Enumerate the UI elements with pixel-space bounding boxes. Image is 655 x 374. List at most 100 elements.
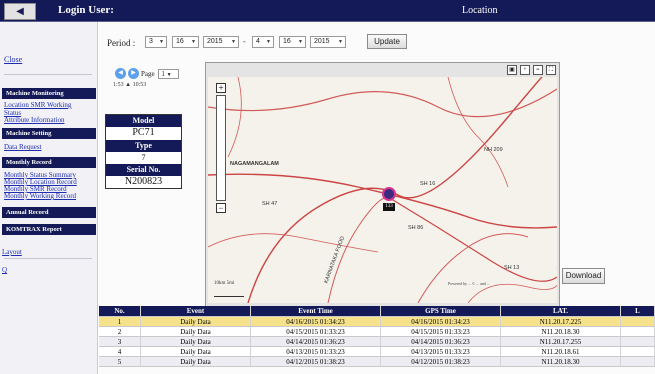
end-year-value: 2015	[314, 38, 330, 45]
row-event: Daily Data	[141, 317, 251, 326]
zoom-out-button[interactable]: −	[216, 203, 226, 213]
sidebar-item-data-request[interactable]: Data Request	[4, 144, 42, 151]
update-button[interactable]: Update	[367, 34, 407, 49]
column-header[interactable]: LAT.	[501, 306, 621, 316]
period-label: Period :	[107, 38, 136, 48]
row-number: 2	[99, 327, 141, 336]
row-gps-time: 04/16/2015 01:34:23	[381, 317, 501, 326]
map-road-label: SH 13	[504, 265, 520, 271]
sidebar-item-attribute[interactable]: Attribute Information	[4, 117, 64, 124]
machine-info-box: Model PC71 Type 7 Serial No. N200823	[105, 114, 182, 189]
map-road-label: SH 86	[408, 225, 424, 231]
machine-location-icon[interactable]	[382, 187, 396, 201]
chevron-down-icon: ▼	[266, 39, 271, 45]
page-selector[interactable]: Page 1 ▼	[141, 69, 179, 79]
map-copyright: Powered by ... © ... and ...	[448, 281, 490, 286]
row-lng	[621, 357, 655, 366]
row-lng	[621, 347, 655, 356]
row-event-time: 04/15/2015 01:33:23	[251, 327, 381, 336]
table-header-row: No. Event Event Time GPS Time LAT. L	[99, 306, 655, 317]
map-plus-icon[interactable]: +	[520, 65, 530, 75]
table-row[interactable]: 5 Daily Data 04/12/2015 01:38:23 04/12/2…	[99, 357, 655, 367]
row-lat: N11.20.18.30	[501, 357, 621, 366]
page-label: Page	[141, 70, 155, 78]
map-road-label: SH 16	[420, 181, 436, 187]
map-fullscreen-icon[interactable]: ⛶	[546, 65, 556, 75]
column-header[interactable]: No.	[99, 306, 141, 316]
start-year-select[interactable]: 2015 ▼	[203, 36, 239, 48]
chevron-down-icon: ▼	[166, 73, 172, 78]
column-header[interactable]: L	[621, 306, 655, 316]
sidebar-item-monthly-working[interactable]: Monthly Working Record	[4, 193, 76, 200]
model-value: PC71	[132, 127, 155, 138]
start-month-value: 3	[149, 38, 153, 45]
map-layer-icon[interactable]: ≡	[533, 65, 543, 75]
column-header[interactable]: GPS Time	[381, 306, 501, 316]
sidebar-item-location[interactable]: Location SMR Working	[4, 102, 71, 109]
monthly-record-header[interactable]: Monthly Record	[2, 157, 96, 168]
top-bar: ◀ Login User: Location	[0, 0, 655, 22]
zoom-slider[interactable]	[216, 95, 226, 201]
close-link[interactable]: Close	[4, 56, 22, 64]
login-user-label: Login User:	[58, 4, 114, 16]
type-label: Type	[106, 140, 181, 152]
row-event: Daily Data	[141, 337, 251, 346]
row-event-time: 04/13/2015 01:33:23	[251, 347, 381, 356]
start-year-value: 2015	[207, 38, 223, 45]
end-month-select[interactable]: 4 ▼	[252, 36, 274, 48]
column-header[interactable]: Event Time	[251, 306, 381, 316]
end-day-select[interactable]: 16 ▼	[279, 36, 306, 48]
sidebar-divider	[4, 258, 92, 259]
row-event: Daily Data	[141, 357, 251, 366]
row-gps-time: 04/14/2015 01:36:23	[381, 337, 501, 346]
map-canvas[interactable]: NAGAMANGALAM SH 16 SH 86 NH 209 SH 47 SH…	[208, 77, 557, 303]
period-separator: -	[243, 37, 246, 46]
row-number: 5	[99, 357, 141, 366]
column-header[interactable]: Event	[141, 306, 251, 316]
start-month-select[interactable]: 3 ▼	[145, 36, 167, 48]
model-label: Model	[106, 115, 181, 127]
row-lat: N11.20.17.225	[501, 317, 621, 326]
sidebar: Close Machine Monitoring Location SMR Wo…	[0, 22, 98, 374]
next-page-icon[interactable]: ▶	[128, 68, 139, 79]
chevron-down-icon: ▼	[191, 39, 196, 45]
download-button[interactable]: Download	[562, 268, 605, 284]
map-road-label: NH 209	[484, 147, 503, 153]
table-row[interactable]: 1 Daily Data 04/16/2015 01:34:23 04/16/2…	[99, 317, 655, 327]
row-number: 1	[99, 317, 141, 326]
table-row[interactable]: 2 Daily Data 04/15/2015 01:33:23 04/15/2…	[99, 327, 655, 337]
back-button[interactable]: ◀	[4, 3, 36, 20]
map-road-label: SH 47	[262, 201, 278, 207]
table-row[interactable]: 3 Daily Data 04/14/2015 01:36:23 04/14/2…	[99, 337, 655, 347]
row-lng	[621, 337, 655, 346]
time-range: 1:53 ▲ 10:53	[113, 82, 147, 88]
end-year-select[interactable]: 2015 ▼	[310, 36, 346, 48]
row-event: Daily Data	[141, 347, 251, 356]
komtrax-report-header[interactable]: KOMTRAX Report	[2, 224, 96, 235]
chevron-down-icon: ▼	[338, 39, 343, 45]
row-event-time: 04/12/2015 01:38:23	[251, 357, 381, 366]
sidebar-item-q[interactable]: Q	[2, 267, 7, 274]
row-event: Daily Data	[141, 327, 251, 336]
map-print-icon[interactable]: ▣	[507, 65, 517, 75]
end-month-value: 4	[256, 38, 260, 45]
row-gps-time: 04/12/2015 01:38:23	[381, 357, 501, 366]
zoom-in-button[interactable]: +	[216, 83, 226, 93]
app-window: ◀ Login User: Location Close Machine Mon…	[0, 0, 655, 374]
table-row[interactable]: 4 Daily Data 04/13/2015 01:33:23 04/13/2…	[99, 347, 655, 357]
map-frame: ▣ + ≡ ⛶ NAGAMANGALAM SH 16 SH 86 NH 209 …	[205, 62, 560, 307]
sidebar-item-layout[interactable]: Layout	[2, 249, 22, 256]
row-lat: N11.20.18.30	[501, 327, 621, 336]
row-gps-time: 04/15/2015 01:33:23	[381, 327, 501, 336]
page-value: 1	[161, 70, 165, 78]
row-number: 4	[99, 347, 141, 356]
page-select[interactable]: 1 ▼	[158, 69, 179, 79]
row-lng	[621, 317, 655, 326]
annual-record-header[interactable]: Annual Record	[2, 207, 96, 218]
row-event-time: 04/14/2015 01:36:23	[251, 337, 381, 346]
start-day-select[interactable]: 16 ▼	[172, 36, 199, 48]
row-event-time: 04/16/2015 01:34:23	[251, 317, 381, 326]
prev-page-icon[interactable]: ◀	[115, 68, 126, 79]
row-lat: N11.20.17.255	[501, 337, 621, 346]
chevron-down-icon: ▼	[159, 39, 164, 45]
